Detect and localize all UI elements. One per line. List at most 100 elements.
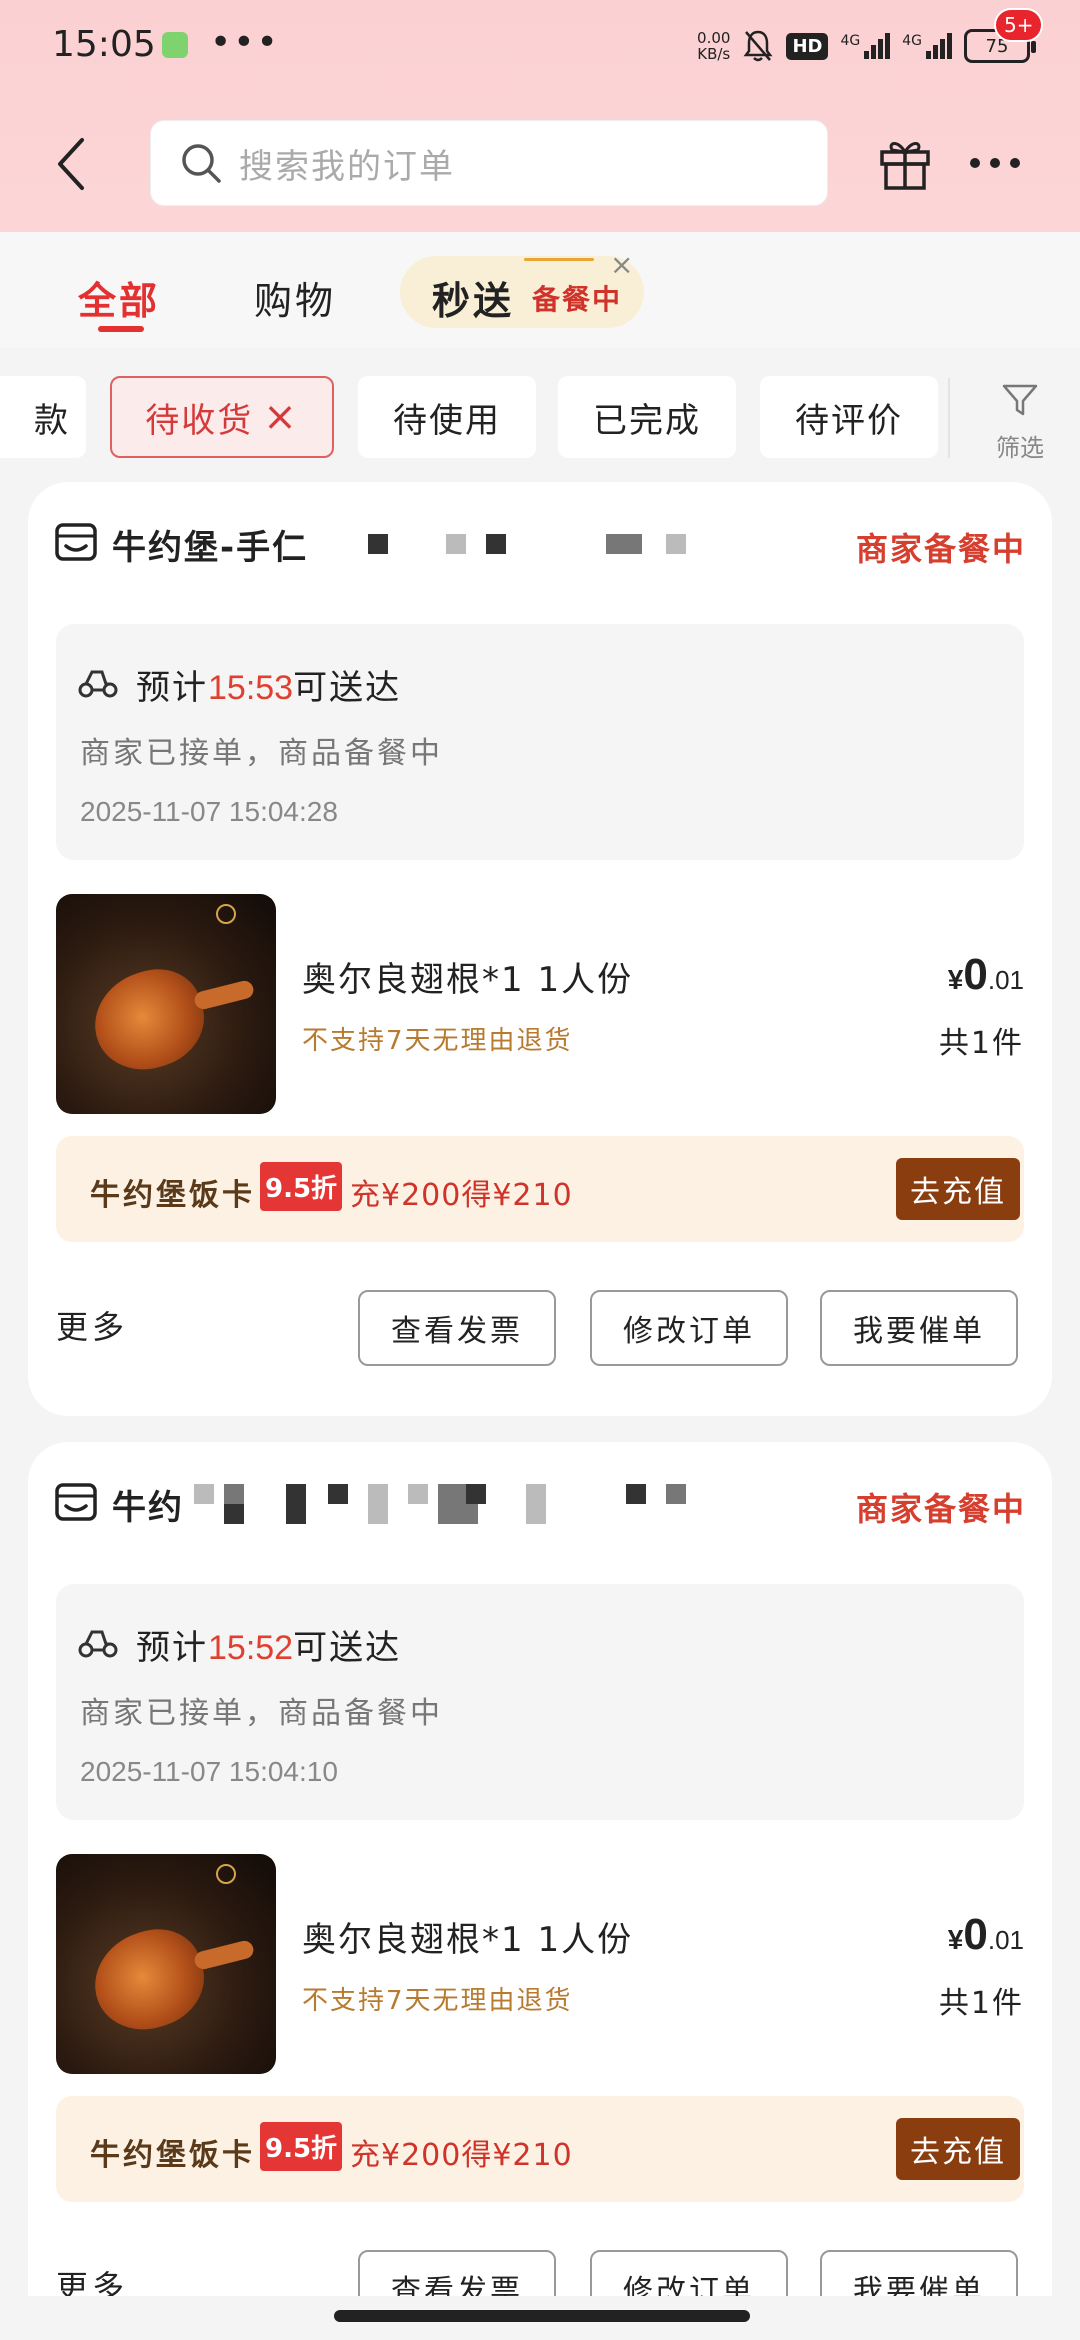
price-currency: ¥ <box>947 1924 964 1955</box>
recharge-button[interactable]: 去充值 <box>896 2118 1020 2180</box>
price-integer: 0 <box>963 950 988 999</box>
search-placeholder: 搜索我的订单 <box>239 146 455 187</box>
redacted-block <box>286 1484 306 1524</box>
promo-card-name: 牛约堡饭卡 <box>90 1178 255 1213</box>
flash-progress-line <box>524 258 594 261</box>
redacted-block <box>486 534 506 554</box>
redacted-block <box>194 1484 214 1504</box>
brand-logo-icon <box>216 1864 236 1884</box>
flash-close-icon[interactable]: × <box>610 248 633 281</box>
redacted-block <box>446 534 466 554</box>
nav-row: 搜索我的订单 <box>0 118 1080 208</box>
chicken-image <box>81 957 217 1083</box>
status-more-dots: ••• <box>210 22 280 63</box>
redacted-block <box>224 1484 244 1504</box>
urge-order-button[interactable]: 我要催单 <box>820 1290 1018 1366</box>
filter-chip-pending-review[interactable]: 待评价 <box>760 376 938 458</box>
filter-chip-pending-receipt[interactable]: 待收货 × <box>110 376 334 458</box>
filter-completed-label: 已完成 <box>593 400 701 441</box>
item-count: 共1件 <box>938 1986 1024 2021</box>
funnel-icon <box>1002 384 1038 416</box>
chicken-image <box>81 1917 217 2043</box>
header-area: 15:05 ••• 0.00 KB/s HD 4G 4G 75 搜索我的订单 5… <box>0 0 1080 232</box>
eta-text: 预计15:52可送达 <box>136 1620 401 1669</box>
order-timestamp: 2025-11-07 15:04:28 <box>80 796 338 827</box>
shop-name: 牛约 <box>112 1488 184 1528</box>
redacted-block <box>606 534 642 554</box>
order-card[interactable]: 牛约 商家备餐中 预计15:52可送达 商家已接单，商品备餐中 2025-11-… <box>28 1442 1052 2340</box>
flash-status: 备餐中 <box>532 283 623 316</box>
redacted-block <box>666 1484 686 1504</box>
delivery-note: 商家已接单，商品备餐中 <box>80 1696 443 1731</box>
search-icon <box>182 144 221 183</box>
delivery-info: 预计15:52可送达 商家已接单，商品备餐中 2025-11-07 15:04:… <box>56 1584 1024 1820</box>
tab-flash-delivery[interactable]: 秒送 备餐中 <box>400 256 644 328</box>
shop-row[interactable]: 牛约 商家备餐中 <box>54 1478 1026 1528</box>
filter-chip-pending-use[interactable]: 待使用 <box>358 376 536 458</box>
shop-name: 牛约堡-手仁 <box>112 528 309 568</box>
status-bar: 15:05 ••• 0.00 KB/s HD 4G 4G 75 <box>0 0 1080 92</box>
product-image[interactable] <box>56 894 276 1114</box>
eta-time: 15:53 <box>208 669 294 707</box>
eta-prefix: 预计 <box>136 668 208 708</box>
net1-label: 4G <box>840 33 861 49</box>
price-decimal: .01 <box>987 1925 1024 1955</box>
gift-icon[interactable] <box>878 134 932 192</box>
eta-suffix: 可送达 <box>293 668 402 708</box>
status-time: 15:05 <box>52 24 156 65</box>
search-input[interactable]: 搜索我的订单 <box>150 120 828 206</box>
message-badge: 5+ <box>994 8 1044 42</box>
signal-1-icon: 4G <box>840 33 891 59</box>
status-indicators: 0.00 KB/s HD 4G 4G 75 <box>697 24 1036 68</box>
bell-muted-icon <box>743 30 773 62</box>
filter-button[interactable]: 筛选 <box>990 380 1050 462</box>
view-invoice-button[interactable]: 查看发票 <box>358 1290 556 1366</box>
product-price: ¥0.01 <box>948 950 1024 1000</box>
filter-chip-partial[interactable]: 款 <box>0 376 86 458</box>
filter-chip-completed[interactable]: 已完成 <box>558 376 736 458</box>
filter-row: 款 待收货 × 待使用 已完成 待评价 筛选 <box>0 348 1080 478</box>
redacted-block <box>368 534 388 554</box>
more-actions[interactable]: 更多 <box>56 1302 128 1348</box>
delivery-note: 商家已接单，商品备餐中 <box>80 736 443 771</box>
product-name: 奥尔良翅根*1 1人份 <box>302 1920 634 1960</box>
speed-value: 0.00 <box>697 29 731 47</box>
back-button[interactable] <box>52 134 92 194</box>
delivery-info: 预计15:53可送达 商家已接单，商品备餐中 2025-11-07 15:04:… <box>56 624 1024 860</box>
redacted-block <box>408 1484 428 1504</box>
return-policy: 不支持7天无理由退货 <box>302 1026 573 1056</box>
modify-order-button[interactable]: 修改订单 <box>590 1290 788 1366</box>
redacted-block <box>666 534 686 554</box>
tab-shopping[interactable]: 购物 <box>254 270 336 325</box>
discount-tag: 9.5折 <box>260 1162 343 1211</box>
tab-all[interactable]: 全部 <box>78 270 160 325</box>
more-menu-button[interactable] <box>968 146 1028 176</box>
signal-2-icon: 4G <box>902 33 952 59</box>
product-price: ¥0.01 <box>948 1910 1024 1960</box>
filter-partial-label: 款 <box>34 400 70 441</box>
home-indicator[interactable] <box>334 2310 750 2322</box>
discount-tag: 9.5折 <box>260 2122 343 2171</box>
promo-bar[interactable]: 牛约堡饭卡 9.5折 充¥200得¥210 去充值 <box>56 1136 1024 1242</box>
clear-filter-icon[interactable]: × <box>263 394 299 440</box>
chicken-leg-image <box>192 1939 256 1971</box>
promo-card-name: 牛约堡饭卡 <box>90 2138 255 2173</box>
hd-voice-icon: HD <box>786 32 829 60</box>
recharge-button[interactable]: 去充值 <box>896 1158 1020 1220</box>
filter-pending-use-label: 待使用 <box>393 400 501 441</box>
product-image[interactable] <box>56 1854 276 2074</box>
category-tabs: 全部 购物 秒送 备餐中 × <box>0 232 1080 348</box>
eta-time: 15:52 <box>208 1629 294 1667</box>
scooter-icon <box>78 670 118 698</box>
network-speed: 0.00 KB/s <box>697 30 730 62</box>
order-status: 商家备餐中 <box>855 530 1026 568</box>
shop-row[interactable]: 牛约堡-手仁 商家备餐中 <box>54 518 1026 568</box>
promo-offer: 充¥200得¥210 <box>350 1178 573 1213</box>
redacted-block <box>466 1484 486 1504</box>
order-card[interactable]: 牛约堡-手仁 商家备餐中 预计15:53可送达 商家已接单，商品备餐中 2025… <box>28 482 1052 1416</box>
flash-label: 秒送 <box>432 279 515 323</box>
scooter-icon <box>78 1630 118 1658</box>
shop-icon <box>55 523 97 561</box>
promo-bar[interactable]: 牛约堡饭卡 9.5折 充¥200得¥210 去充值 <box>56 2096 1024 2202</box>
price-integer: 0 <box>963 1910 988 1959</box>
